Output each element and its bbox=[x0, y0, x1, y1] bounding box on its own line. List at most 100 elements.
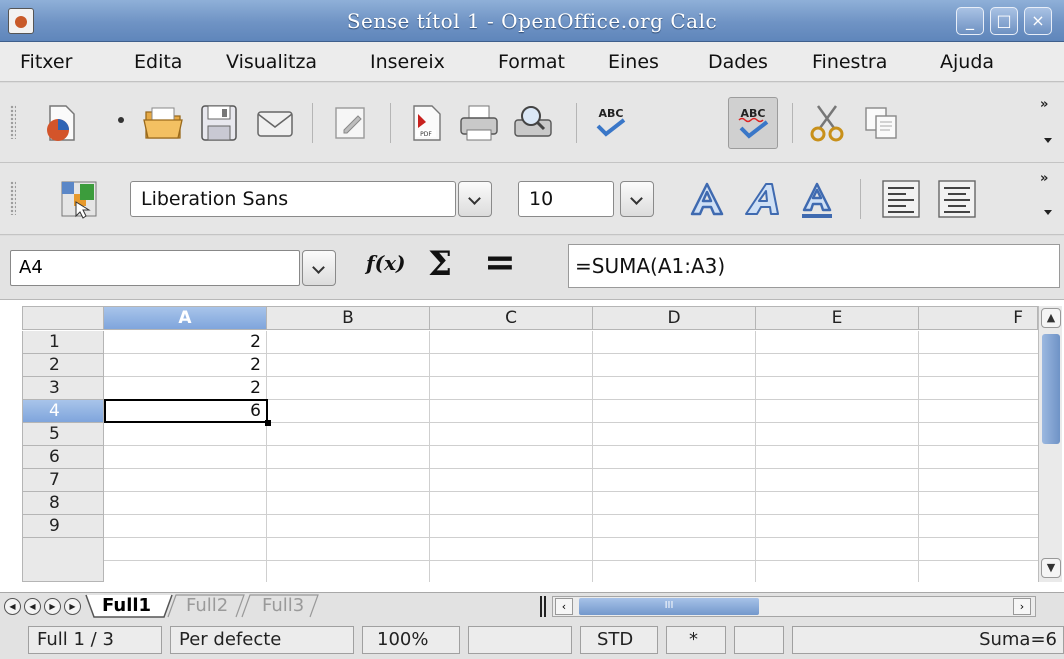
menu-dades[interactable]: Dades bbox=[708, 51, 768, 73]
menu-ajuda[interactable]: Ajuda bbox=[940, 51, 994, 73]
sheet-tab-full1[interactable]: Full1 bbox=[102, 595, 151, 617]
scroll-right-icon[interactable]: › bbox=[1013, 598, 1031, 615]
vertical-scroll-thumb[interactable] bbox=[1042, 334, 1060, 444]
maximize-button[interactable]: □ bbox=[990, 7, 1018, 35]
font-size-combobox[interactable]: 10 bbox=[518, 181, 614, 217]
sheet-tab-full3[interactable]: Full3 bbox=[262, 595, 304, 617]
sheet-tab-full2[interactable]: Full2 bbox=[186, 595, 228, 617]
column-header-d[interactable]: D bbox=[593, 306, 756, 330]
column-header-a[interactable]: A bbox=[104, 306, 267, 330]
toolbar-separator bbox=[576, 103, 577, 143]
status-signature bbox=[734, 626, 784, 654]
row-header-5[interactable]: 5 bbox=[22, 423, 104, 446]
next-sheet-icon[interactable]: ▶ bbox=[44, 598, 61, 615]
save-icon[interactable] bbox=[196, 100, 242, 146]
toolbar-separator bbox=[390, 103, 391, 143]
print-icon[interactable] bbox=[456, 100, 502, 146]
cut-icon[interactable] bbox=[804, 100, 850, 146]
export-pdf-icon[interactable]: PDF bbox=[404, 100, 450, 146]
styles-formatting-icon[interactable] bbox=[56, 176, 102, 222]
vertical-scrollbar[interactable]: ▲ ▼ bbox=[1038, 306, 1062, 582]
status-sheet-position: Full 1 / 3 bbox=[28, 626, 162, 654]
svg-text:PDF: PDF bbox=[420, 131, 432, 138]
column-header-c[interactable]: C bbox=[430, 306, 593, 330]
menu-fitxer[interactable]: Fitxer bbox=[20, 51, 72, 73]
formatting-toolbar: Liberation Sans 10 » bbox=[0, 163, 1064, 235]
status-bar: Full 1 / 3 Per defecte 100% STD * Suma=6 bbox=[0, 620, 1064, 659]
row-header-7[interactable]: 7 bbox=[22, 469, 104, 492]
name-box-dropdown-button[interactable] bbox=[302, 250, 336, 286]
horizontal-scrollbar[interactable]: ‹ III › bbox=[552, 596, 1036, 617]
menu-format[interactable]: Format bbox=[498, 51, 565, 73]
title-bar: Sense títol 1 - OpenOffice.org Calc _ □ … bbox=[0, 0, 1064, 42]
scroll-up-icon[interactable]: ▲ bbox=[1041, 308, 1061, 328]
tab-splitter[interactable] bbox=[540, 596, 546, 617]
menu-eines[interactable]: Eines bbox=[608, 51, 659, 73]
bold-icon[interactable] bbox=[684, 176, 730, 222]
copy-icon[interactable] bbox=[858, 100, 904, 146]
autospellcheck-icon[interactable]: ABC bbox=[728, 97, 778, 149]
menu-edita[interactable]: Edita bbox=[134, 51, 182, 73]
menu-visualitza[interactable]: Visualitza bbox=[226, 51, 317, 73]
new-document-icon[interactable] bbox=[38, 100, 84, 146]
first-sheet-icon[interactable]: ◀ bbox=[4, 598, 21, 615]
row-header-3[interactable]: 3 bbox=[22, 377, 104, 400]
row-header-6[interactable]: 6 bbox=[22, 446, 104, 469]
toolbar-more-icon[interactable]: » bbox=[1040, 171, 1048, 186]
row-header-4[interactable]: 4 bbox=[22, 400, 104, 423]
sum-button[interactable]: Σ bbox=[428, 244, 452, 284]
column-header-b[interactable]: B bbox=[267, 306, 430, 330]
cell-a3[interactable]: 2 bbox=[104, 377, 267, 400]
cell-a2[interactable]: 2 bbox=[104, 354, 267, 377]
status-empty-field bbox=[468, 626, 572, 654]
close-button[interactable]: × bbox=[1024, 7, 1052, 35]
last-sheet-icon[interactable]: ▶ bbox=[64, 598, 81, 615]
minimize-button[interactable]: _ bbox=[956, 7, 984, 35]
function-button[interactable]: = bbox=[484, 240, 516, 284]
toolbar-more-icon[interactable]: » bbox=[1040, 97, 1048, 112]
italic-icon[interactable] bbox=[740, 176, 786, 222]
formula-input[interactable]: =SUMA(A1:A3) bbox=[568, 244, 1060, 288]
status-modified: * bbox=[666, 626, 726, 654]
status-selection-mode[interactable]: STD bbox=[580, 626, 658, 654]
spellcheck-icon[interactable]: ABC bbox=[588, 100, 634, 146]
status-sum: Suma=6 bbox=[792, 626, 1064, 654]
name-box[interactable]: A4 bbox=[10, 250, 300, 286]
row-header-2[interactable]: 2 bbox=[22, 354, 104, 377]
align-center-icon[interactable] bbox=[934, 176, 980, 222]
menu-insereix[interactable]: Insereix bbox=[370, 51, 445, 73]
edit-file-icon[interactable] bbox=[328, 100, 374, 146]
print-preview-icon[interactable] bbox=[510, 100, 556, 146]
select-all-corner[interactable] bbox=[22, 306, 104, 330]
font-name-combobox[interactable]: Liberation Sans bbox=[130, 181, 456, 217]
font-size-dropdown-button[interactable] bbox=[620, 181, 654, 217]
scroll-down-icon[interactable]: ▼ bbox=[1041, 558, 1061, 578]
align-left-icon[interactable] bbox=[878, 176, 924, 222]
function-wizard-button[interactable]: f(x) bbox=[366, 251, 405, 275]
underline-icon[interactable] bbox=[794, 176, 840, 222]
toolbar-separator bbox=[792, 103, 793, 143]
previous-sheet-icon[interactable]: ◀ bbox=[24, 598, 41, 615]
toolbar-grip[interactable] bbox=[10, 181, 16, 215]
status-zoom[interactable]: 100% bbox=[362, 626, 460, 654]
email-icon[interactable] bbox=[252, 100, 298, 146]
column-header-e[interactable]: E bbox=[756, 306, 919, 330]
toolbar-grip[interactable] bbox=[10, 105, 16, 139]
row-header-9[interactable]: 9 bbox=[22, 515, 104, 538]
font-name-dropdown-button[interactable] bbox=[458, 181, 492, 217]
horizontal-scroll-thumb[interactable]: III bbox=[579, 598, 759, 615]
row-header-8[interactable]: 8 bbox=[22, 492, 104, 515]
column-header-f[interactable]: F bbox=[919, 306, 1038, 330]
toolbar-menu-arrow-icon[interactable] bbox=[1042, 209, 1054, 217]
cell-a1[interactable]: 2 bbox=[104, 331, 267, 354]
svg-text:ABC: ABC bbox=[599, 107, 624, 120]
status-page-style[interactable]: Per defecte bbox=[170, 626, 354, 654]
scroll-left-icon[interactable]: ‹ bbox=[555, 598, 573, 615]
row-header-1[interactable]: 1 bbox=[22, 331, 104, 354]
new-document-dropdown-icon[interactable] bbox=[112, 105, 130, 135]
row-header-overflow bbox=[22, 538, 104, 582]
menu-finestra[interactable]: Finestra bbox=[812, 51, 887, 73]
toolbar-menu-arrow-icon[interactable] bbox=[1042, 137, 1054, 145]
open-folder-icon[interactable] bbox=[140, 100, 186, 146]
window-title: Sense títol 1 - OpenOffice.org Calc bbox=[346, 9, 718, 33]
